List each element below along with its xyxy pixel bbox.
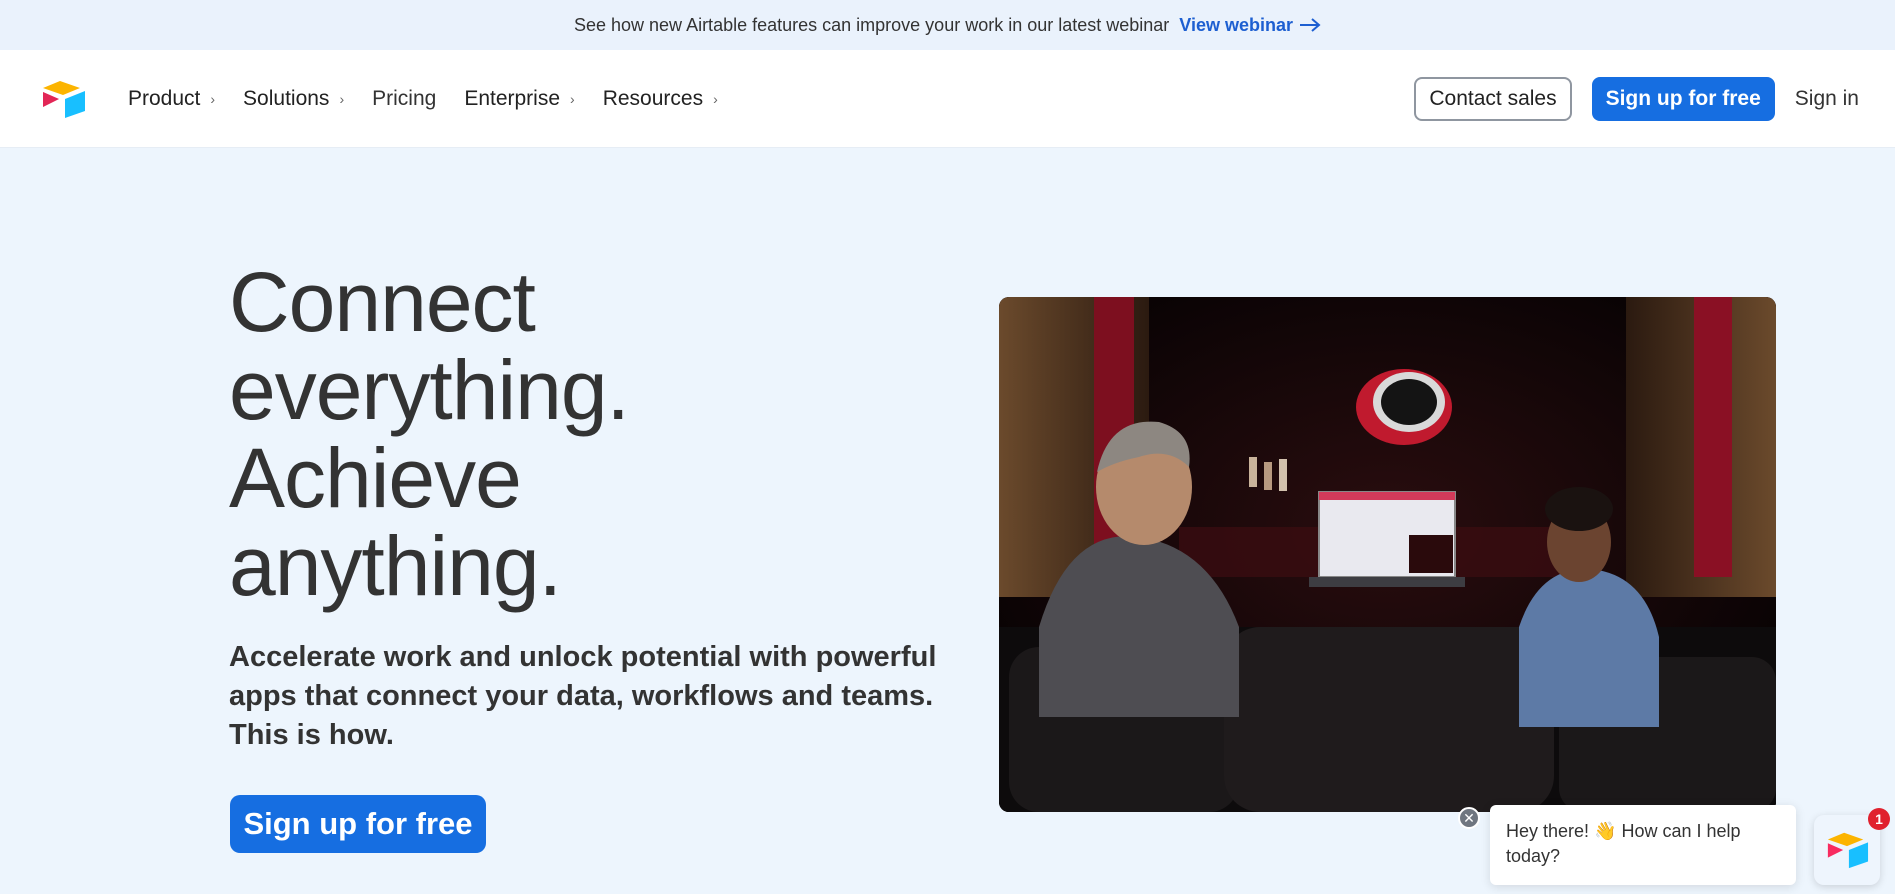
banner-text: See how new Airtable features can improv… (573, 14, 1170, 35)
view-webinar-link[interactable]: View webinar (1179, 15, 1321, 36)
nav-item-enterprise[interactable]: Enterprise › (464, 87, 574, 111)
arrow-right-icon (1300, 18, 1321, 32)
hero-image (999, 297, 1776, 812)
chat-message-bubble[interactable]: Hey there! 👋 How can I help today? (1490, 805, 1796, 885)
contact-sales-button[interactable]: Contact sales (1414, 77, 1572, 121)
close-icon: ✕ (1463, 809, 1475, 826)
hero-title-line: anything. (229, 519, 562, 613)
view-webinar-label: View webinar (1179, 14, 1294, 35)
nav-item-label: Product (128, 87, 201, 110)
airtable-logo-icon (1827, 832, 1869, 869)
nav-item-label: Enterprise (464, 87, 561, 110)
signin-link[interactable]: Sign in (1795, 87, 1859, 111)
nav-item-label: Resources (602, 87, 704, 110)
nav-item-solutions[interactable]: Solutions › (243, 87, 344, 111)
chevron-right-icon: › (339, 91, 345, 107)
notification-badge: 1 (1868, 808, 1890, 830)
announcement-banner: See how new Airtable features can improv… (0, 0, 1895, 50)
nav-item-pricing[interactable]: Pricing (372, 87, 436, 111)
hero-subtitle: Accelerate work and unlock potential wit… (229, 641, 937, 751)
chat-close-button[interactable]: ✕ (1458, 807, 1480, 829)
airtable-logo[interactable] (40, 80, 86, 118)
chat-message-text: Hey there! 👋 How can I help today? (1506, 821, 1741, 866)
hero-title: Connect everything. Achieve anything. (229, 258, 789, 610)
nav-item-label: Pricing (372, 87, 437, 110)
theater-scene-illustration (999, 297, 1776, 812)
chevron-right-icon: › (570, 91, 575, 107)
nav-item-product[interactable]: Product › (128, 87, 215, 111)
main-nav: Product › Solutions › Pricing Enterprise… (128, 50, 718, 148)
hero-title-line: Connect (229, 255, 536, 349)
chevron-right-icon: › (210, 91, 216, 107)
nav-item-label: Solutions (243, 87, 330, 110)
signup-button[interactable]: Sign up for free (1591, 77, 1775, 121)
hero-title-line: Achieve (229, 431, 522, 525)
nav-item-resources[interactable]: Resources › (603, 87, 718, 111)
chevron-right-icon: › (713, 91, 718, 107)
header-actions: Contact sales Sign up for free Sign in (1414, 50, 1859, 148)
hero-signup-button[interactable]: Sign up for free (230, 795, 486, 853)
hero-title-line: everything. (229, 343, 630, 437)
